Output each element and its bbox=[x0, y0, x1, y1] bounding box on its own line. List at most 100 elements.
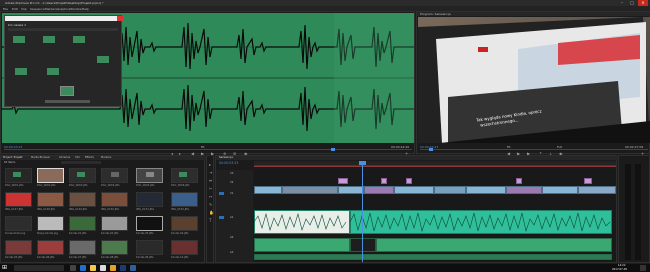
store-icon[interactable] bbox=[100, 265, 106, 271]
clip-v2[interactable] bbox=[381, 178, 387, 184]
bin-item-thumb[interactable] bbox=[13, 36, 25, 43]
clip-v2[interactable] bbox=[406, 178, 412, 184]
project-thumb[interactable] bbox=[171, 192, 198, 207]
project-thumb[interactable] bbox=[37, 240, 64, 255]
project-thumb[interactable] bbox=[136, 192, 163, 207]
timeline-tab[interactable]: Sekwencja bbox=[219, 156, 233, 159]
bin-item-thumb[interactable] bbox=[47, 68, 59, 75]
tab-info[interactable]: Info bbox=[75, 156, 80, 159]
tab-project[interactable]: Project: Projekt bbox=[3, 156, 23, 159]
taskbar-clock-time[interactable]: 14:22 bbox=[618, 264, 625, 267]
source-scrub-bar[interactable] bbox=[4, 149, 412, 150]
meter-left bbox=[625, 164, 631, 260]
thumb-label: IMG_0148.JPG bbox=[37, 208, 56, 211]
clip-v1[interactable] bbox=[364, 186, 394, 194]
clip-a2[interactable] bbox=[254, 238, 350, 252]
type-tool-icon[interactable]: T bbox=[209, 218, 211, 223]
project-thumb[interactable] bbox=[136, 240, 163, 255]
program-scrub-bar[interactable] bbox=[420, 149, 648, 150]
taskbar-app-icon[interactable] bbox=[130, 265, 136, 271]
program-playhead[interactable] bbox=[429, 148, 433, 151]
slip-tool-icon[interactable]: ↔ bbox=[209, 194, 212, 199]
timeline-playhead-handle[interactable] bbox=[359, 161, 366, 165]
track-label-v1[interactable]: V1 bbox=[230, 192, 233, 195]
track-label-a1[interactable]: A1 bbox=[230, 216, 233, 219]
program-video-frame[interactable]: Tak wygląda nowy Kindle, oprócz wszechst… bbox=[418, 17, 650, 143]
hand-tool-icon[interactable]: ✋ bbox=[209, 210, 214, 215]
clip-a3[interactable] bbox=[254, 254, 612, 260]
timeline-timecode[interactable]: 00:00:03:23 bbox=[219, 161, 238, 165]
edge-icon[interactable] bbox=[80, 265, 86, 271]
premiere-pro-icon[interactable] bbox=[120, 265, 126, 271]
clip-v1[interactable] bbox=[434, 186, 466, 194]
bin-item-thumb[interactable] bbox=[73, 36, 85, 43]
bin-item-thumb[interactable] bbox=[43, 36, 55, 43]
clip-v1[interactable] bbox=[394, 186, 434, 194]
program-tab[interactable]: Program: Sekwencja bbox=[420, 12, 451, 16]
project-thumb[interactable] bbox=[136, 216, 163, 231]
clip-v1[interactable] bbox=[282, 186, 338, 194]
project-thumb[interactable] bbox=[69, 240, 96, 255]
bin-scrollbar[interactable] bbox=[45, 100, 90, 103]
project-thumb[interactable] bbox=[37, 216, 64, 231]
chrome-icon[interactable] bbox=[110, 265, 116, 271]
windows-start-icon[interactable]: ⊞ bbox=[2, 264, 7, 271]
project-thumb[interactable] bbox=[37, 192, 64, 207]
project-thumb[interactable] bbox=[101, 192, 128, 207]
bin-item-thumb[interactable] bbox=[97, 56, 109, 63]
project-item-count: 64 Items bbox=[4, 161, 16, 164]
clip-v1[interactable] bbox=[338, 186, 364, 194]
project-thumb[interactable] bbox=[101, 216, 128, 231]
bin-item-thumb[interactable] bbox=[15, 68, 27, 75]
tab-effects[interactable]: Effects bbox=[85, 156, 94, 159]
track-label-v2[interactable]: V2 bbox=[230, 181, 233, 184]
track-label-a3[interactable]: A3 bbox=[230, 251, 233, 254]
program-monitor: Program: Sekwencja Tak wygląda nowy Kind… bbox=[416, 11, 650, 156]
clip-v1[interactable] bbox=[578, 186, 616, 194]
file-explorer-icon[interactable] bbox=[90, 265, 96, 271]
tab-libraries[interactable]: Libraries bbox=[59, 156, 70, 159]
tab-markers[interactable]: Markers bbox=[101, 156, 111, 159]
project-thumb[interactable] bbox=[101, 240, 128, 255]
clip-a2-gap[interactable] bbox=[350, 238, 376, 252]
clip-v2[interactable] bbox=[584, 178, 592, 184]
bin-window[interactable]: bin nazwa 1 bbox=[4, 15, 123, 107]
clip-v2[interactable] bbox=[338, 178, 348, 184]
project-search-input[interactable] bbox=[61, 161, 101, 164]
source-playhead[interactable] bbox=[331, 148, 335, 151]
clip-v2[interactable] bbox=[516, 178, 522, 184]
action-center-icon[interactable] bbox=[640, 265, 646, 271]
project-thumb[interactable] bbox=[5, 216, 32, 231]
project-thumb[interactable] bbox=[5, 192, 32, 207]
clip-v1[interactable] bbox=[506, 186, 542, 194]
tab-media-browser[interactable]: Media Browser bbox=[31, 156, 50, 159]
timeline-work-area-bar[interactable] bbox=[254, 166, 616, 167]
ripple-edit-tool-icon[interactable]: ⇹ bbox=[209, 178, 212, 183]
taskbar-clock-date[interactable]: 2017-07-05 bbox=[612, 268, 627, 271]
bin-search-input[interactable] bbox=[8, 28, 118, 31]
bin-close-icon[interactable] bbox=[117, 16, 123, 21]
razor-tool-icon[interactable]: ✂ bbox=[209, 186, 212, 191]
bin-title: bin nazwa 1 bbox=[8, 23, 27, 27]
timeline-playhead[interactable] bbox=[362, 161, 363, 262]
project-thumb[interactable] bbox=[69, 216, 96, 231]
project-thumb[interactable] bbox=[5, 240, 32, 255]
taskbar-search-input[interactable] bbox=[14, 265, 64, 271]
pen-tool-icon[interactable]: ✎ bbox=[209, 202, 212, 207]
clip-v1[interactable] bbox=[254, 186, 282, 194]
project-thumb[interactable] bbox=[171, 240, 198, 255]
project-thumb-selected[interactable] bbox=[37, 168, 64, 183]
bin-item-selected[interactable] bbox=[60, 86, 74, 96]
project-thumb[interactable] bbox=[171, 216, 198, 231]
clip-v1[interactable] bbox=[542, 186, 578, 194]
v1-source-patch[interactable] bbox=[219, 192, 224, 195]
track-select-tool-icon[interactable]: ⇥ bbox=[209, 170, 212, 175]
task-view-icon[interactable] bbox=[70, 265, 76, 271]
track-label-v3[interactable]: V3 bbox=[230, 172, 233, 175]
a1-source-patch[interactable] bbox=[219, 216, 224, 219]
project-thumb[interactable] bbox=[69, 192, 96, 207]
clip-v1[interactable] bbox=[466, 186, 506, 194]
track-label-a2[interactable]: A2 bbox=[230, 236, 233, 239]
selection-tool-icon[interactable]: ▸ bbox=[209, 162, 211, 167]
clip-a2[interactable] bbox=[376, 238, 612, 252]
